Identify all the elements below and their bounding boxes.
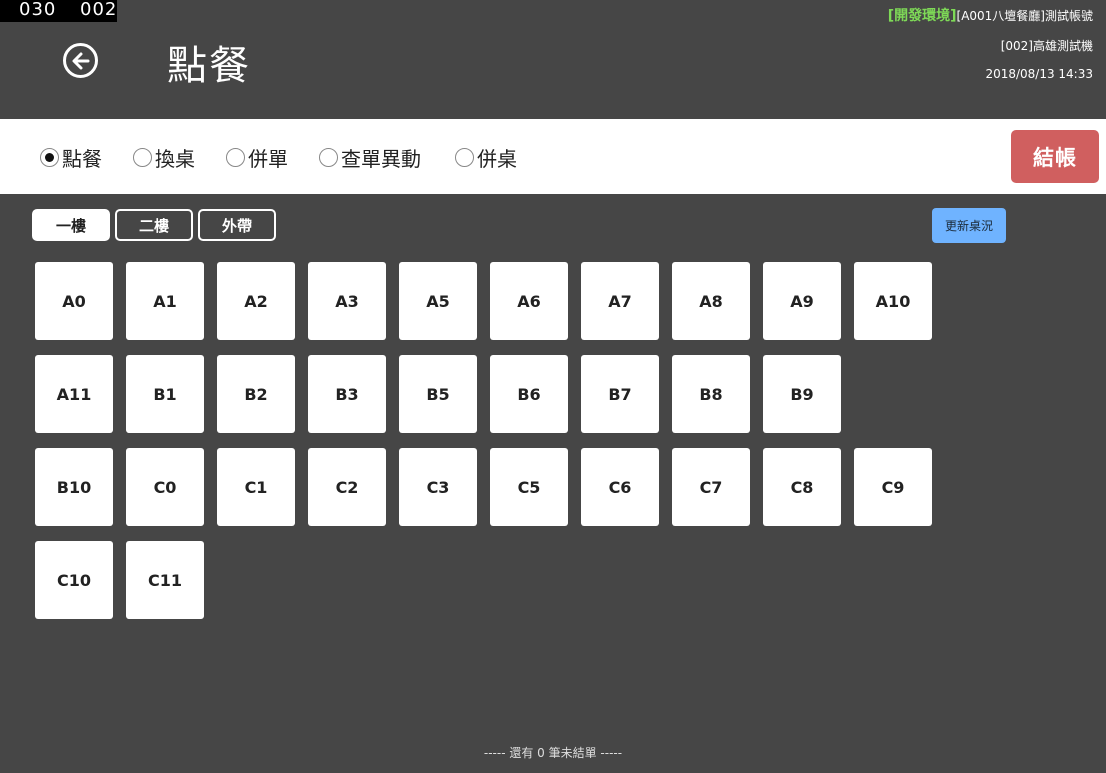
radio-icon[interactable] <box>319 148 338 167</box>
refresh-tables-button[interactable]: 更新桌況 <box>932 208 1006 243</box>
arrow-left-icon <box>72 52 89 69</box>
table-tile[interactable]: C7 <box>672 448 750 526</box>
table-tile[interactable]: C11 <box>126 541 204 619</box>
checkout-button[interactable]: 結帳 <box>1011 130 1099 183</box>
table-tile[interactable]: A9 <box>763 262 841 340</box>
table-tile[interactable]: A3 <box>308 262 386 340</box>
floor-tab-2f[interactable]: 二樓 <box>115 209 193 241</box>
device-label: [002]高雄測試機 <box>1000 39 1093 53</box>
table-tile[interactable]: C0 <box>126 448 204 526</box>
table-tile[interactable]: B10 <box>35 448 113 526</box>
table-tile[interactable]: B8 <box>672 355 750 433</box>
counter-right: 002 <box>80 0 118 20</box>
table-tile[interactable]: B1 <box>126 355 204 433</box>
unsettled-orders-note: ----- 還有 0 筆未結單 ----- <box>483 746 623 760</box>
table-tile[interactable]: C2 <box>308 448 386 526</box>
page-title: 點餐 <box>167 43 251 89</box>
table-tile[interactable]: A1 <box>126 262 204 340</box>
mode-label: 查單異動 <box>341 147 421 171</box>
table-tile[interactable]: A6 <box>490 262 568 340</box>
radio-icon[interactable] <box>226 148 245 167</box>
floor-tab-1f[interactable]: 一樓 <box>32 209 110 241</box>
radio-icon[interactable] <box>455 148 474 167</box>
table-tile[interactable]: B5 <box>399 355 477 433</box>
mode-bar: 點餐 換桌 併單 查單異動 併桌 結帳 <box>0 119 1106 194</box>
table-tile[interactable]: A7 <box>581 262 659 340</box>
table-tile[interactable]: A8 <box>672 262 750 340</box>
mode-option-merge-order[interactable]: 併單 <box>226 143 288 172</box>
mode-label: 併單 <box>248 147 288 171</box>
table-tile[interactable]: C6 <box>581 448 659 526</box>
table-tile[interactable]: A0 <box>35 262 113 340</box>
environment-tag: [開發環境] <box>887 8 957 24</box>
back-button[interactable] <box>63 43 98 78</box>
table-tile[interactable]: C8 <box>763 448 841 526</box>
datetime-label: 2018/08/13 14:33 <box>985 67 1093 81</box>
radio-icon[interactable] <box>133 148 152 167</box>
table-tile[interactable]: A11 <box>35 355 113 433</box>
mode-option-change-table[interactable]: 換桌 <box>133 143 195 172</box>
mode-label: 換桌 <box>155 147 195 171</box>
table-tile[interactable]: B9 <box>763 355 841 433</box>
table-tile[interactable]: C10 <box>35 541 113 619</box>
mode-option-merge-table[interactable]: 併桌 <box>455 143 517 172</box>
table-tile[interactable]: B6 <box>490 355 568 433</box>
table-tile[interactable]: B3 <box>308 355 386 433</box>
mode-option-order-changes[interactable]: 查單異動 <box>319 143 421 172</box>
mode-label: 併桌 <box>477 147 517 171</box>
radio-icon[interactable] <box>40 148 59 167</box>
table-tile[interactable]: B2 <box>217 355 295 433</box>
order-counter-box: 030 002 <box>0 0 117 22</box>
table-tile[interactable]: C9 <box>854 448 932 526</box>
table-tile[interactable]: C3 <box>399 448 477 526</box>
mode-option-order[interactable]: 點餐 <box>40 143 102 172</box>
environment-account-info: [開發環境][A001八壇餐廳]測試帳號 <box>888 5 1093 25</box>
table-tile[interactable]: A2 <box>217 262 295 340</box>
table-tile[interactable]: A5 <box>399 262 477 340</box>
counter-left: 030 <box>19 0 57 20</box>
table-tile[interactable]: A10 <box>854 262 932 340</box>
table-tile[interactable]: C1 <box>217 448 295 526</box>
table-tile[interactable]: B7 <box>581 355 659 433</box>
floor-tab-takeout[interactable]: 外帶 <box>198 209 276 241</box>
mode-label: 點餐 <box>62 147 102 171</box>
table-tile[interactable]: C5 <box>490 448 568 526</box>
account-label: [A001八壇餐廳]測試帳號 <box>956 9 1093 23</box>
